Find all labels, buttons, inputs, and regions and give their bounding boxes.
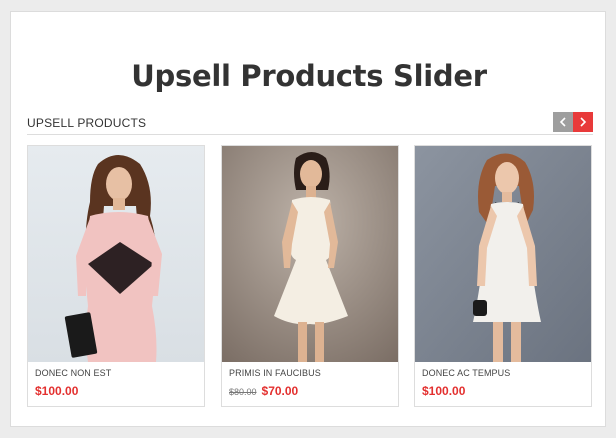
product-image[interactable] <box>415 146 591 362</box>
product-card[interactable]: DONEC NON EST $100.00 <box>27 145 205 407</box>
product-carousel: DONEC NON EST $100.00 PRIMIS IN FAUCIBUS… <box>27 145 593 407</box>
chevron-left-icon <box>559 117 566 127</box>
product-card[interactable]: PRIMIS IN FAUCIBUS $80.00 $70.00 <box>221 145 399 407</box>
product-name[interactable]: PRIMIS IN FAUCIBUS <box>229 368 321 378</box>
product-image[interactable] <box>222 146 398 362</box>
product-old-price: $80.00 <box>229 387 257 397</box>
section-header: UPSELL PRODUCTS <box>27 112 593 135</box>
product-name[interactable]: DONEC NON EST <box>35 368 111 378</box>
section-title: UPSELL PRODUCTS <box>27 116 147 130</box>
chevron-right-icon <box>580 117 587 127</box>
product-price: $100.00 <box>35 384 79 398</box>
product-price: $70.00 <box>261 384 299 398</box>
price-row: $100.00 <box>422 384 465 398</box>
price-row: $100.00 <box>35 384 78 398</box>
page-title: Upsell Products Slider <box>131 59 487 93</box>
price-row: $80.00 $70.00 <box>229 384 298 398</box>
slider-prev-button[interactable] <box>553 112 573 132</box>
product-price: $100.00 <box>422 384 466 398</box>
slider-panel: Upsell Products Slider UPSELL PRODUCTS D… <box>10 11 606 427</box>
product-card[interactable]: DONEC AC TEMPUS $100.00 <box>414 145 592 407</box>
slider-next-button[interactable] <box>573 112 593 132</box>
product-name[interactable]: DONEC AC TEMPUS <box>422 368 510 378</box>
product-image[interactable] <box>28 146 204 362</box>
